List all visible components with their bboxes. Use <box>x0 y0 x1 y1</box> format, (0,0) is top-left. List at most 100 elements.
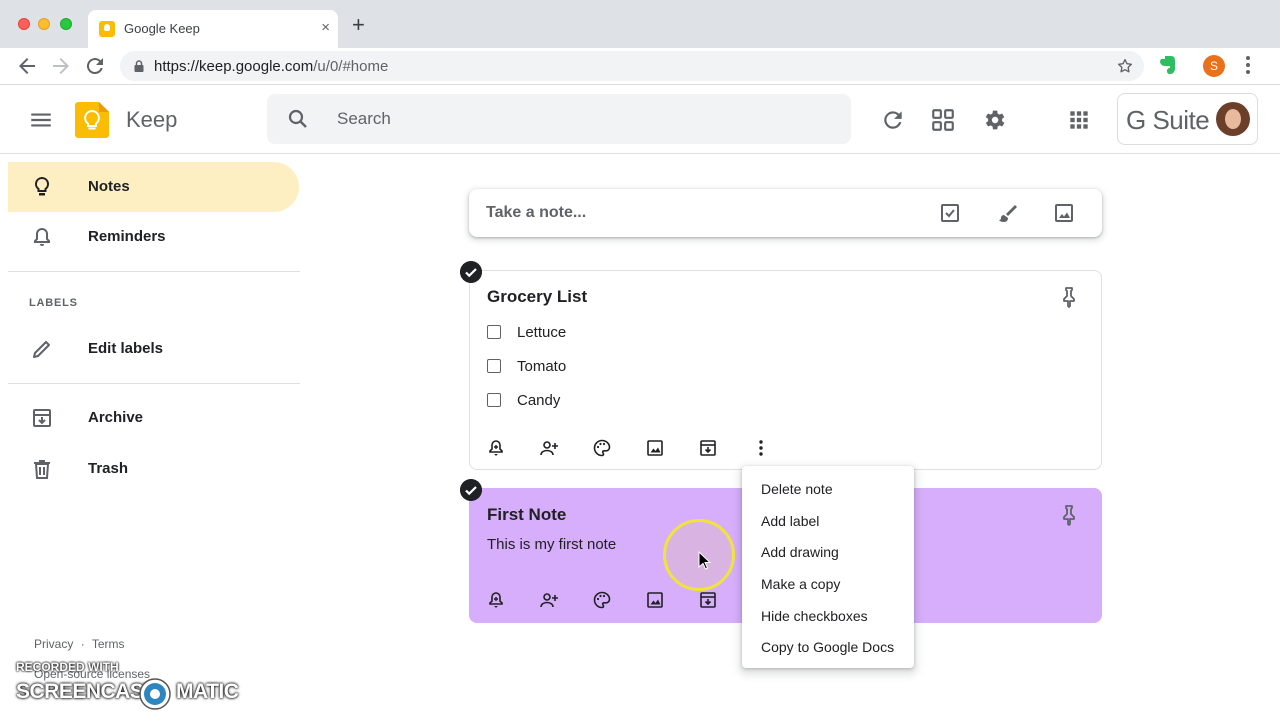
note-title[interactable]: Grocery List <box>487 287 587 307</box>
sidebar-item-archive[interactable]: Archive <box>8 393 299 443</box>
lock-icon <box>134 60 144 72</box>
mouse-pointer-icon <box>698 551 712 570</box>
sidebar-item-notes[interactable]: Notes <box>8 162 299 212</box>
remind-me-icon[interactable] <box>486 590 506 610</box>
note-body[interactable]: This is my first note <box>487 536 616 553</box>
new-list-checkbox-icon[interactable] <box>938 201 962 225</box>
menu-item-copy-to-google-docs[interactable]: Copy to Google Docs <box>761 639 894 655</box>
pin-icon[interactable] <box>1057 503 1081 527</box>
close-window-button[interactable] <box>18 18 30 30</box>
new-tab-button[interactable]: + <box>352 14 365 36</box>
palette-icon[interactable] <box>592 438 612 458</box>
add-image-icon[interactable] <box>645 438 665 458</box>
gsuite-label: G Suite <box>1126 105 1210 135</box>
take-note-placeholder[interactable]: Take a note... <box>486 204 586 222</box>
sidebar-item-trash[interactable]: Trash <box>8 444 299 494</box>
maximize-window-button[interactable] <box>60 18 72 30</box>
main-menu-icon[interactable] <box>28 107 54 133</box>
watermark-screencast: SCREENCAST <box>16 680 156 703</box>
pin-icon[interactable] <box>1057 285 1081 309</box>
screencast-watermark: RECORDED WITH SCREENCAST MATIC <box>16 660 256 716</box>
keep-header: Keep G Suite <box>0 86 1280 154</box>
chrome-profile-avatar[interactable]: S <box>1203 55 1225 77</box>
archive-icon[interactable] <box>698 590 718 610</box>
labels-heading: LABELS <box>29 297 78 309</box>
menu-item-make-a-copy[interactable]: Make a copy <box>761 576 840 592</box>
sidebar-footer: Privacy · Terms <box>34 637 128 651</box>
browser-tab-google-keep[interactable]: Google Keep × <box>88 10 338 48</box>
watermark-matic: MATIC <box>176 680 239 703</box>
list-item-label[interactable]: Tomato <box>517 358 566 375</box>
footer-separator: · <box>80 637 85 651</box>
privacy-link[interactable]: Privacy <box>34 637 73 651</box>
trash-icon <box>34 460 50 479</box>
select-note-checkmark-icon[interactable] <box>460 261 482 283</box>
sidebar-item-reminders[interactable]: Reminders <box>8 212 299 262</box>
app-name: Keep <box>126 107 178 132</box>
menu-item-hide-checkboxes[interactable]: Hide checkboxes <box>761 608 868 624</box>
reload-icon[interactable] <box>83 54 107 78</box>
checkbox[interactable] <box>487 359 501 373</box>
note-options-menu: Delete note Add label Add drawing Make a… <box>742 466 914 668</box>
bell-icon <box>34 227 50 246</box>
palette-icon[interactable] <box>592 590 612 610</box>
sidebar-item-label: Trash <box>88 460 129 477</box>
user-avatar[interactable] <box>1216 102 1250 136</box>
menu-item-add-drawing[interactable]: Add drawing <box>761 544 839 560</box>
note-card-grocery-list[interactable]: Grocery List Lettuce Tomato Candy <box>460 261 1102 470</box>
keep-logo-icon[interactable] <box>75 102 109 138</box>
terms-link[interactable]: Terms <box>92 637 125 651</box>
url-path: /u/0/#home <box>313 58 389 75</box>
add-image-icon[interactable] <box>645 590 665 610</box>
sidebar-item-label: Reminders <box>88 228 166 245</box>
sidebar-item-edit-labels[interactable]: Edit labels <box>8 324 299 374</box>
search-input[interactable] <box>337 106 817 132</box>
screencast-logo-icon <box>139 678 171 710</box>
list-item-label[interactable]: Candy <box>517 392 560 409</box>
address-bar[interactable]: https://keep.google.com/u/0/#home <box>120 51 1144 81</box>
watermark-recorded-with: RECORDED WITH <box>16 660 119 674</box>
remind-me-icon[interactable] <box>486 438 506 458</box>
list-view-icon[interactable] <box>930 107 956 133</box>
minimize-window-button[interactable] <box>38 18 50 30</box>
checkbox[interactable] <box>487 393 501 407</box>
sidebar-item-label: Archive <box>88 409 144 426</box>
tab-title: Google Keep <box>124 21 200 36</box>
gsuite-account-button[interactable]: G Suite <box>1117 93 1258 145</box>
bookmark-star-icon[interactable] <box>1116 57 1134 75</box>
url-text: https://keep.google.com/u/0/#home <box>154 58 388 75</box>
select-note-checkmark-icon[interactable] <box>460 479 482 501</box>
more-options-icon[interactable] <box>751 438 771 458</box>
search-bar[interactable] <box>267 94 851 144</box>
more-vert-icon[interactable] <box>1238 54 1258 76</box>
browser-toolbar: https://keep.google.com/u/0/#home <box>0 48 1280 85</box>
forward-arrow-icon[interactable] <box>49 54 73 78</box>
collaborator-icon[interactable] <box>539 438 559 458</box>
sidebar: Notes Reminders LABELS Edit labels Archi… <box>8 154 300 720</box>
browser-tabstrip: Google Keep × + <box>0 0 1280 48</box>
google-apps-icon[interactable] <box>1066 107 1092 133</box>
back-arrow-icon[interactable] <box>15 54 39 78</box>
sidebar-divider <box>8 271 300 272</box>
new-image-icon[interactable] <box>1052 201 1076 225</box>
tab-close-icon[interactable]: × <box>321 19 330 37</box>
archive-icon <box>33 409 51 427</box>
collaborator-icon[interactable] <box>539 590 559 610</box>
new-drawing-brush-icon[interactable] <box>995 201 1019 225</box>
search-icon[interactable] <box>286 107 310 131</box>
note-title[interactable]: First Note <box>487 505 566 525</box>
refresh-icon[interactable] <box>880 107 906 133</box>
keep-favicon-icon <box>99 21 115 37</box>
evernote-extension-icon[interactable] <box>1156 54 1178 76</box>
list-item-label[interactable]: Lettuce <box>517 324 566 341</box>
sidebar-item-label: Edit labels <box>88 340 164 357</box>
menu-item-add-label[interactable]: Add label <box>761 513 819 529</box>
archive-icon[interactable] <box>698 438 718 458</box>
take-note-bar[interactable]: Take a note... <box>469 189 1102 237</box>
menu-item-delete-note[interactable]: Delete note <box>761 481 833 497</box>
sidebar-item-label: Notes <box>88 178 130 195</box>
lightbulb-icon <box>34 176 50 196</box>
pencil-icon <box>33 341 50 358</box>
settings-gear-icon[interactable] <box>981 107 1007 133</box>
checkbox[interactable] <box>487 325 501 339</box>
